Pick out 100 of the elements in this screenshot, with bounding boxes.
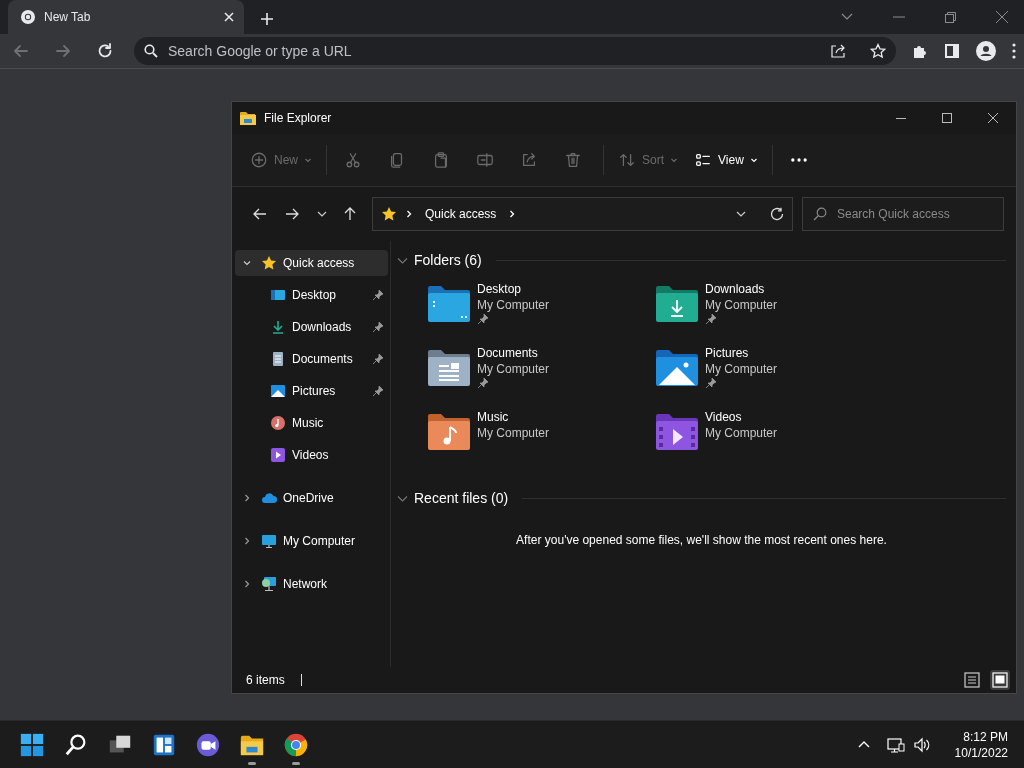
chevron-right-icon [405, 210, 413, 218]
folder-name: Videos [705, 409, 743, 425]
document-icon [270, 351, 286, 367]
pin-icon [705, 313, 717, 325]
network-icon [261, 576, 277, 592]
tile-icon [992, 672, 1008, 688]
caret-icon [749, 156, 758, 164]
pin-icon [372, 353, 384, 365]
folder-name: Pictures [705, 345, 750, 361]
chevron-right-icon [242, 493, 252, 503]
minimize-icon [893, 16, 905, 18]
nav-item[interactable]: Music [235, 407, 388, 439]
video-icon [270, 447, 286, 463]
nav-item[interactable]: Pictures [235, 375, 388, 407]
rename-icon [476, 151, 494, 169]
menu-icon [1012, 43, 1016, 59]
nav-item[interactable]: Videos [235, 439, 388, 471]
plus-circle-icon [250, 151, 268, 169]
pictures-folder-icon [655, 349, 699, 387]
restore-button[interactable] [945, 11, 956, 23]
forward-arrow-icon [285, 207, 299, 221]
share-icon [520, 151, 538, 169]
side-panel-button[interactable] [944, 43, 960, 59]
monitor-icon [270, 287, 286, 303]
nav-item[interactable]: OneDrive [235, 485, 388, 511]
chevron-down-icon [736, 209, 746, 219]
tab-search-button[interactable] [841, 13, 853, 21]
breadcrumb[interactable]: Quick access [421, 205, 501, 223]
pin-icon [372, 289, 384, 301]
chevron-down-icon [242, 258, 252, 268]
folder-tile[interactable]: Desktop My Computer [427, 279, 655, 343]
minimize-icon [896, 117, 906, 119]
close-tab-button[interactable] [224, 12, 234, 22]
folder-tile[interactable]: Music My Computer [427, 407, 655, 471]
new-tab-button[interactable] [260, 12, 274, 26]
menu-button[interactable] [1012, 43, 1016, 59]
address-bar[interactable]: Quick access [372, 197, 793, 231]
tab-title: New Tab [44, 9, 92, 26]
folder-location: My Computer [477, 297, 550, 313]
pin-icon [372, 385, 384, 397]
nav-item[interactable]: My Computer [235, 528, 388, 554]
nav-item[interactable]: Documents [235, 343, 388, 375]
folder-location: My Computer [705, 425, 778, 441]
search-box[interactable]: Search Quick access [802, 197, 1004, 231]
item-count: 6 items [246, 672, 285, 689]
scissors-icon [344, 151, 362, 169]
search-field[interactable]: Search Quick access [835, 204, 985, 224]
pin-icon [705, 377, 717, 389]
network-icon [886, 736, 905, 753]
volume-button[interactable] [912, 736, 931, 753]
chevron-right-icon [242, 536, 252, 546]
extensions-button[interactable] [912, 43, 928, 59]
folder-icon [240, 111, 256, 125]
share-icon [830, 43, 846, 59]
nav-item[interactable]: Downloads [235, 311, 388, 343]
star-icon [870, 43, 886, 59]
chevron-right-icon [242, 579, 252, 589]
folder-tile[interactable]: Pictures My Computer [655, 343, 883, 407]
nav-item[interactable]: Desktop [235, 279, 388, 311]
tiles-view-button[interactable] [990, 670, 1010, 690]
nav-item[interactable]: Quick access [235, 250, 388, 276]
section-header[interactable]: Folders (6) [414, 249, 482, 271]
person-icon [976, 41, 996, 61]
star-icon [381, 206, 397, 222]
restore-icon [945, 11, 956, 23]
refresh-icon [770, 207, 784, 221]
empty-message: After you've opened some files, we'll show the most recent ones here. [516, 533, 887, 547]
close-button[interactable] [996, 11, 1008, 23]
nav-item[interactable]: Network [235, 571, 388, 597]
folder-tile[interactable]: Videos My Computer [655, 407, 883, 471]
bookmark-button[interactable] [870, 43, 886, 59]
caret-icon [304, 156, 312, 164]
back-arrow-icon [12, 42, 30, 60]
profile-button[interactable] [976, 41, 996, 61]
up-arrow-icon [343, 207, 357, 221]
view-button[interactable]: View [686, 142, 766, 178]
clock[interactable]: 8:12 PM 10/1/2022 [954, 728, 1008, 761]
share-button[interactable] [830, 43, 846, 59]
folder-name: Downloads [705, 281, 766, 297]
address-bar[interactable]: Search Google or type a URL [134, 37, 896, 65]
folder-name: Documents [477, 345, 539, 361]
refresh-button[interactable] [770, 207, 784, 221]
caret-icon [670, 156, 679, 164]
network-button[interactable] [886, 736, 905, 753]
list-icon [964, 672, 980, 688]
music-folder-icon [427, 413, 471, 451]
download-icon [270, 319, 286, 335]
section-header[interactable]: Recent files (0) [414, 487, 509, 509]
pin-icon [477, 377, 489, 389]
details-view-button[interactable] [962, 670, 982, 690]
sort-icon [618, 151, 636, 169]
folder-name: Music [477, 409, 510, 425]
pin-icon [372, 321, 384, 333]
maximize-icon [942, 113, 952, 123]
browser-tab[interactable]: New Tab [8, 0, 244, 34]
folder-tile[interactable]: Documents My Computer [427, 343, 655, 407]
clipboard-icon [432, 151, 450, 169]
folder-tile[interactable]: Downloads My Computer [655, 279, 883, 343]
trash-icon [564, 151, 582, 169]
close-icon [996, 11, 1008, 23]
